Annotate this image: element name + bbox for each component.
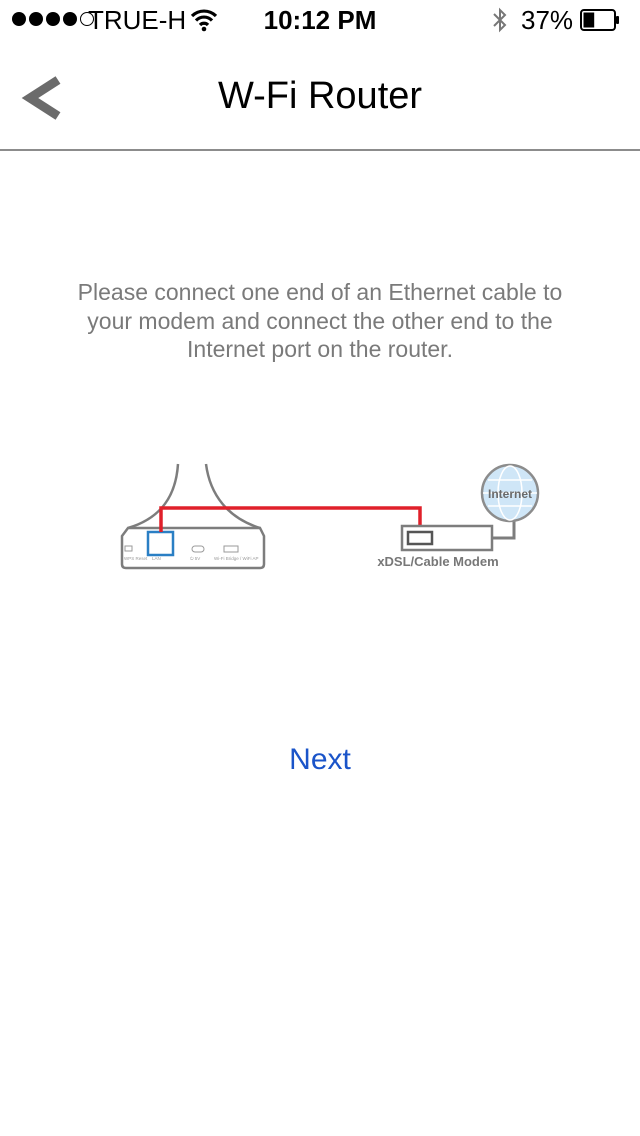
navigation-bar: W-Fi Router bbox=[0, 40, 640, 151]
svg-text:Wi-Fi Bridge / WiFi AP: Wi-Fi Bridge / WiFi AP bbox=[214, 556, 259, 561]
modem-label: xDSL/Cable Modem bbox=[377, 554, 498, 569]
internet-label: Internet bbox=[488, 487, 532, 501]
battery-percent: 37% bbox=[521, 5, 574, 35]
instruction-text: Please connect one end of an Ethernet ca… bbox=[77, 279, 563, 362]
svg-text:WPS Reset: WPS Reset bbox=[124, 556, 148, 561]
page-title: W-Fi Router bbox=[217, 75, 423, 117]
router-port-icon bbox=[146, 530, 175, 557]
svg-text:LAN: LAN bbox=[152, 556, 161, 561]
modem-icon bbox=[400, 524, 494, 552]
svg-text:⏻ 5V: ⏻ 5V bbox=[190, 556, 200, 561]
status-bar: TRUE-H 10:12 PM 37% bbox=[0, 0, 640, 40]
router-stand-right bbox=[204, 463, 261, 530]
connection-diagram: WPS Reset LAN ⏻ 5V Wi-Fi Bridge / WiFi A… bbox=[120, 463, 540, 570]
router-stand-left bbox=[127, 463, 180, 530]
bluetooth-icon bbox=[493, 7, 507, 33]
battery-icon bbox=[580, 9, 619, 31]
router-icon: WPS Reset LAN ⏻ 5V Wi-Fi Bridge / WiFi A… bbox=[120, 526, 266, 570]
next-button[interactable]: Next bbox=[0, 742, 640, 778]
